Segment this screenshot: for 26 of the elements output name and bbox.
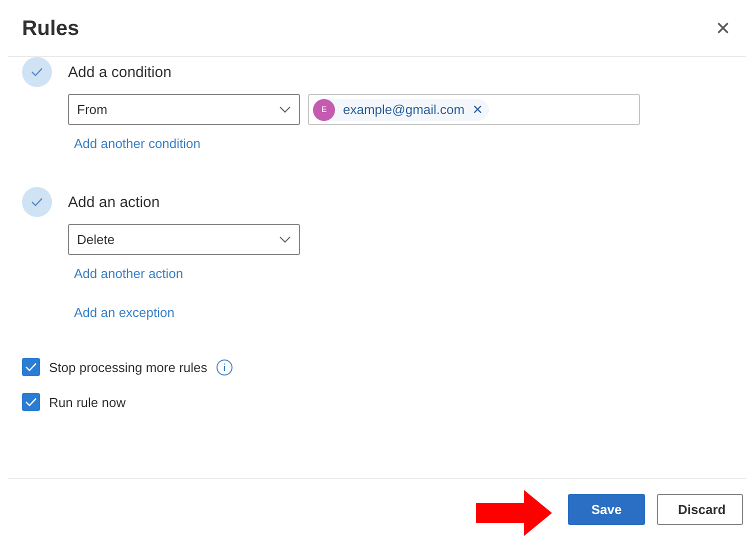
section-heading: Add a condition — [68, 64, 172, 80]
checkbox[interactable] — [22, 358, 40, 376]
dialog-title: Rules — [22, 17, 80, 41]
checkmark-icon — [31, 197, 43, 207]
dropdown[interactable]: Delete — [68, 224, 300, 255]
chevron-down-icon — [279, 106, 291, 114]
dropdown[interactable]: From — [68, 94, 300, 125]
recipient-chip: E example@gmail.com × — [313, 98, 489, 120]
info-icon[interactable] — [216, 358, 234, 376]
chevron-down-icon — [279, 236, 291, 244]
recipient-field[interactable]: E example@gmail.com × — [308, 94, 640, 125]
add-link[interactable]: Add an exception — [74, 305, 174, 320]
discard-button[interactable]: Discard — [657, 494, 743, 525]
close-button[interactable]: × — [712, 17, 734, 41]
add-link[interactable]: Add another action — [74, 266, 184, 281]
save-button[interactable]: Save — [568, 494, 645, 525]
avatar-initial: E — [313, 98, 335, 120]
checkmark-icon — [31, 67, 43, 77]
checkbox[interactable] — [22, 393, 40, 411]
checkbox-label: Run rule now — [49, 394, 126, 410]
section-heading: Add an action — [68, 194, 160, 210]
checkbox-label: Stop processing more rules — [49, 360, 208, 374]
checkmark-icon — [25, 397, 37, 407]
remove-button[interactable]: × — [472, 102, 483, 118]
checkmark-icon — [25, 362, 37, 372]
add-link[interactable]: Add another condition — [74, 136, 200, 151]
